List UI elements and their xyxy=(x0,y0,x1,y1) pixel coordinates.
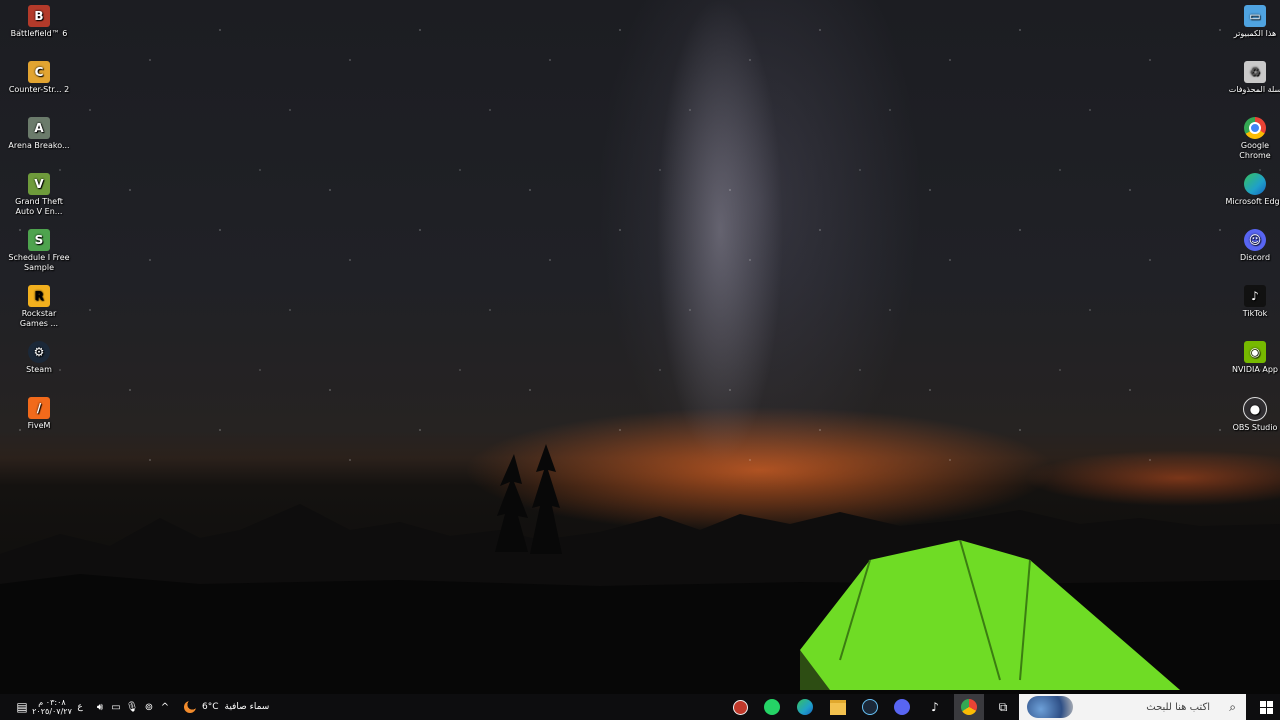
desktop-icon-label: Grand Theft Auto V En... xyxy=(15,197,63,216)
desktop-icon-schedule-i[interactable]: S Schedule I Free Sample xyxy=(8,226,70,273)
desktop-icon-label: هذا الكمبيوتر xyxy=(1233,29,1277,38)
task-view-button[interactable]: ⧉ xyxy=(990,694,1016,720)
desktop-icon-label: Schedule I Free Sample xyxy=(8,253,70,272)
microphone-button[interactable]: 🎙︎ xyxy=(124,694,140,720)
language-indicator[interactable]: ع xyxy=(72,694,88,720)
chrome-icon xyxy=(1244,117,1266,139)
weather-condition: سماء صافية xyxy=(224,702,270,712)
chevron-up-icon: ^ xyxy=(160,701,170,713)
taskbar-app-file-explorer[interactable] xyxy=(826,694,850,720)
desktop-icon-counter-strike[interactable]: C Counter-Str... 2 xyxy=(8,58,70,95)
desktop-icon-edge[interactable]: Microsoft Edge xyxy=(1224,170,1280,207)
battlefield-icon: B xyxy=(28,5,50,27)
volume-button[interactable]: 🔊︎ xyxy=(92,694,108,720)
chrome-icon xyxy=(961,699,977,715)
desktop-icon-rockstar[interactable]: R Rockstar Games ... xyxy=(8,282,70,329)
notification-icon: ▤ xyxy=(16,700,28,714)
desktop-icon-recycle-bin[interactable]: ♻ سلة المحذوفات xyxy=(1224,58,1280,95)
network-icon: ▭ xyxy=(111,701,121,713)
desktop-icon-nvidia[interactable]: ◉ NVIDIA App xyxy=(1224,338,1280,375)
edge-icon xyxy=(797,699,813,715)
taskbar-app-steam[interactable] xyxy=(858,694,882,720)
gta-v-icon: V xyxy=(28,173,50,195)
steam-icon xyxy=(862,699,878,715)
desktop-icon-label: Steam xyxy=(26,365,52,374)
desktop-icon-label: Rockstar Games ... xyxy=(19,309,59,328)
counter-strike-icon: C xyxy=(28,61,50,83)
desktop-icon-label: FiveM xyxy=(27,421,51,430)
stars xyxy=(0,0,1280,480)
rockstar-icon: R xyxy=(28,285,50,307)
desktop-icon-label: Discord xyxy=(1239,253,1271,262)
notification-center-button[interactable]: ▤ xyxy=(10,694,34,720)
network-button[interactable]: ▭ xyxy=(109,694,123,720)
desktop-icon-fivem[interactable]: / FiveM xyxy=(8,394,70,431)
desktop-icon-steam[interactable]: ⚙ Steam xyxy=(8,338,70,375)
obs-icon: ● xyxy=(1243,397,1267,421)
taskbar-app-red[interactable] xyxy=(728,694,752,720)
tray-app-icon: ⊚ xyxy=(144,701,154,713)
tray-app-button[interactable]: ⊚ xyxy=(141,694,157,720)
desktop-icon-tiktok[interactable]: ♪ TikTok xyxy=(1224,282,1280,319)
taskbar: ▤ ٠٣:٠٨ م ٢٠٢٥/٠٧/٢٧ ع 🔊︎ ▭ 🎙︎ ⊚ ^ 6°C س… xyxy=(0,694,1280,720)
microphone-icon: 🎙︎ xyxy=(125,701,139,713)
taskbar-app-whatsapp[interactable] xyxy=(760,694,784,720)
desktop-icon-label: TikTok xyxy=(1242,309,1268,318)
start-button[interactable] xyxy=(1252,694,1280,720)
tiktok-icon: ♪ xyxy=(931,700,939,714)
nvidia-icon: ◉ xyxy=(1244,341,1266,363)
taskbar-app-chrome[interactable] xyxy=(954,694,984,720)
desktop-icon-discord[interactable]: ☺ Discord xyxy=(1224,226,1280,263)
speaker-icon: 🔊︎ xyxy=(96,701,104,713)
desktop-icon-arena-breakout[interactable]: A Arena Breako... xyxy=(8,114,70,151)
language-label: ع xyxy=(77,702,83,712)
search-highlight-image xyxy=(1027,696,1073,718)
tiktok-icon: ♪ xyxy=(1244,285,1266,307)
moon-icon xyxy=(184,701,196,713)
clock-date: ٢٠٢٥/٠٧/٢٧ xyxy=(32,707,72,716)
desktop-icon-chrome[interactable]: Google Chrome xyxy=(1224,114,1280,161)
fivem-icon: / xyxy=(28,397,50,419)
clock-time: ٠٣:٠٨ م xyxy=(38,698,66,707)
desktop-icon-battlefield[interactable]: B Battlefield™ 6 xyxy=(8,2,70,39)
steam-icon: ⚙ xyxy=(28,341,50,363)
schedule-i-icon: S xyxy=(28,229,50,251)
taskbar-app-discord[interactable] xyxy=(890,694,914,720)
desktop-icon-label: NVIDIA App xyxy=(1232,365,1278,374)
this-pc-icon: ▭ xyxy=(1244,5,1266,27)
show-hidden-icons-button[interactable]: ^ xyxy=(157,694,173,720)
discord-icon: ☺ xyxy=(1244,229,1266,251)
desktop-icon-label: Battlefield™ 6 xyxy=(10,29,68,38)
desktop-icon-label: OBS Studio xyxy=(1232,423,1278,432)
windows-logo-icon xyxy=(1259,700,1273,714)
desktop-wallpaper xyxy=(0,0,1280,694)
desktop-icon-obs[interactable]: ● OBS Studio xyxy=(1224,394,1280,433)
desktop-icon-label: Arena Breako... xyxy=(8,141,70,150)
edge-icon xyxy=(1244,173,1266,195)
desktop-icon-label: Counter-Str... 2 xyxy=(8,85,70,94)
green-tent xyxy=(800,540,1180,690)
discord-icon xyxy=(894,699,910,715)
arena-breakout-icon: A xyxy=(28,117,50,139)
clock[interactable]: ٠٣:٠٨ م ٢٠٢٥/٠٧/٢٧ xyxy=(32,694,72,720)
weather-widget[interactable]: 6°C سماء صافية xyxy=(184,694,276,720)
search-box[interactable]: اكتب هنا للبحث ⌕ xyxy=(1019,694,1246,720)
search-icon: ⌕ xyxy=(1229,699,1236,714)
desktop-icon-gta-v[interactable]: V Grand Theft Auto V En... xyxy=(8,170,70,217)
desktop-icon-label: سلة المحذوفات xyxy=(1228,85,1280,94)
taskbar-app-tiktok[interactable]: ♪ xyxy=(923,694,947,720)
desktop-icon-label: Microsoft Edge xyxy=(1225,197,1280,206)
recycle-bin-icon: ♻ xyxy=(1244,61,1266,83)
search-placeholder: اكتب هنا للبحث xyxy=(1146,701,1210,713)
app-icon xyxy=(732,699,748,715)
desktop-icon-label: Google Chrome xyxy=(1239,141,1271,160)
file-explorer-icon xyxy=(830,699,846,715)
desktop-icon-this-pc[interactable]: ▭ هذا الكمبيوتر xyxy=(1224,2,1280,39)
taskbar-app-edge[interactable] xyxy=(793,694,817,720)
task-view-icon: ⧉ xyxy=(998,699,1008,714)
whatsapp-icon xyxy=(764,699,780,715)
weather-temp: 6°C xyxy=(202,702,219,712)
